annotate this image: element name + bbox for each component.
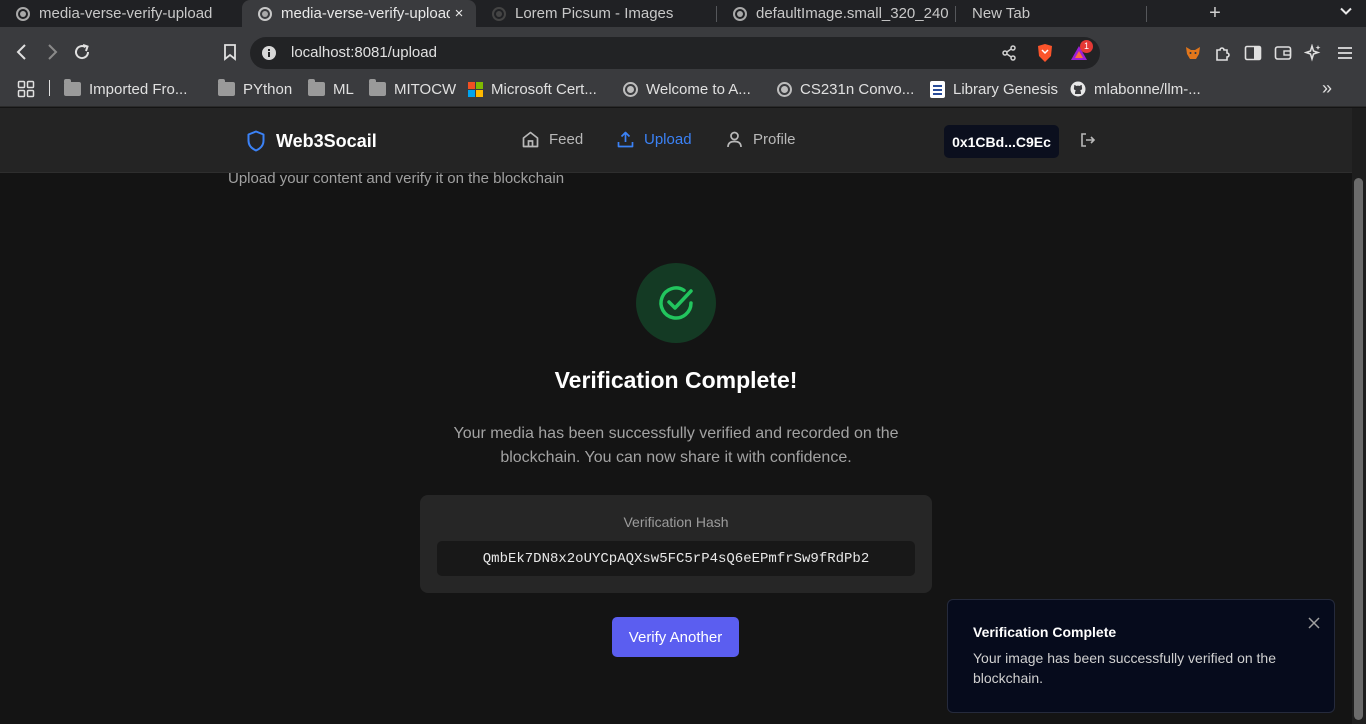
globe-icon	[258, 6, 272, 21]
folder-icon	[369, 79, 386, 96]
brave-shields-icon[interactable]	[1034, 42, 1056, 64]
hash-label: Verification Hash	[623, 514, 729, 530]
toast-notification: Verification Complete Your image has bee…	[947, 599, 1335, 713]
tab-title: media-verse-verify-upload	[39, 5, 213, 22]
success-badge	[636, 263, 716, 343]
wallet-icon[interactable]	[1272, 42, 1294, 64]
forward-icon[interactable]	[39, 39, 65, 65]
metamask-icon[interactable]	[1182, 42, 1204, 64]
hash-value[interactable]: QmbEk7DN8x2oUYCpAQXsw5FC5rP4sQ6eEPmfrSw9…	[437, 541, 915, 576]
nav-feed-label: Feed	[549, 131, 584, 148]
bookmark-item[interactable]: Welcome to A...	[623, 79, 751, 99]
microsoft-icon	[468, 81, 483, 97]
rewards-badge: 1	[1080, 40, 1093, 53]
app-header: Web3Socail Feed Upload Profile 0x1CBd...…	[0, 108, 1352, 173]
toast-title: Verification Complete	[973, 624, 1117, 640]
wallet-address-button[interactable]: 0x1CBd...C9Ec	[944, 125, 1059, 158]
logout-icon[interactable]	[1079, 131, 1097, 154]
browser-tab[interactable]: media-verse-verify-upload	[0, 0, 242, 27]
bookmark-item[interactable]: MITOCW	[369, 79, 456, 99]
bookmark-item[interactable]: Library Genesis	[930, 79, 1058, 99]
check-circle-icon	[659, 286, 693, 320]
bookmark-item[interactable]: ML	[308, 79, 354, 99]
tab-title: media-verse-verify-upload	[281, 5, 450, 22]
tab-list-chevron-icon[interactable]	[1336, 2, 1356, 24]
browser-tab[interactable]: defaultImage.small_320_240	[717, 0, 955, 27]
bookmark-label: ML	[333, 80, 354, 98]
bookmark-item[interactable]: Microsoft Cert...	[468, 79, 597, 99]
brand-logo[interactable]: Web3Socail	[246, 130, 377, 152]
bookmark-item[interactable]: CS231n Convo...	[777, 79, 914, 99]
bookmark-item[interactable]: PYthon	[218, 79, 292, 99]
web-page: Web3Socail Feed Upload Profile 0x1CBd...…	[0, 108, 1352, 724]
close-tab-icon[interactable]: ×	[450, 5, 468, 22]
share-icon[interactable]	[998, 42, 1020, 64]
bookmark-label: Library Genesis	[953, 80, 1059, 98]
folder-icon	[308, 79, 325, 96]
browser-tab[interactable]: Lorem Picsum - Images	[476, 0, 716, 27]
brand-name: Web3Socail	[276, 130, 377, 151]
globe-icon	[777, 81, 792, 97]
bookmark-item[interactable]: mlabonne/llm-...	[1070, 79, 1201, 99]
sidebar-icon[interactable]	[1242, 42, 1264, 64]
menu-icon[interactable]	[1334, 42, 1356, 64]
globe-icon	[16, 6, 30, 21]
folder-icon	[218, 79, 235, 96]
browser-tab-active[interactable]: media-verse-verify-upload ×	[242, 0, 476, 27]
home-icon	[522, 131, 539, 148]
close-icon[interactable]	[1305, 614, 1323, 632]
tab-divider	[1146, 5, 1147, 22]
verification-hash-card: Verification Hash QmbEk7DN8x2oUYCpAQXsw5…	[420, 495, 932, 593]
globe-icon	[623, 81, 638, 97]
back-icon[interactable]	[9, 39, 35, 65]
user-icon	[727, 131, 742, 148]
url-text[interactable]: localhost:8081/upload	[291, 44, 437, 61]
bookmark-label: CS231n Convo...	[800, 80, 915, 98]
browser-tab[interactable]: New Tab	[956, 0, 1146, 27]
toast-message: Your image has been successfully verifie…	[973, 650, 1276, 686]
verification-description: Your media has been successfully verifie…	[453, 425, 899, 466]
bookmark-label: MITOCW	[394, 80, 457, 98]
verification-title: Verification Complete!	[554, 367, 798, 393]
verify-another-button[interactable]: Verify Another	[612, 617, 739, 657]
url-host: localhost	[291, 44, 351, 61]
bookmark-item[interactable]: Imported Fro...	[64, 79, 187, 99]
bookmark-label: Imported Fro...	[89, 80, 188, 98]
github-icon	[1070, 81, 1086, 97]
book-icon	[930, 80, 945, 98]
bookmark-label: Microsoft Cert...	[491, 80, 597, 98]
picsum-icon	[492, 6, 506, 21]
nav-profile-label: Profile	[753, 131, 796, 148]
page-subtitle: Upload your content and verify it on the…	[228, 170, 565, 187]
shield-icon	[247, 130, 265, 152]
site-info-icon[interactable]	[258, 42, 280, 64]
bookmarks-divider	[49, 80, 50, 96]
tab-title: defaultImage.small_320_240	[756, 5, 949, 22]
folder-icon	[64, 79, 81, 96]
bookmark-label: PYthon	[243, 80, 293, 98]
bookmark-label: Welcome to A...	[646, 80, 751, 98]
tab-title: Lorem Picsum - Images	[515, 5, 674, 22]
tab-title: New Tab	[972, 5, 1031, 22]
nav-feed[interactable]: Feed	[521, 130, 583, 149]
bookmarks-overflow-button[interactable]: »	[1322, 78, 1332, 98]
nav-upload[interactable]: Upload	[616, 130, 692, 149]
nav-upload-label: Upload	[644, 131, 692, 148]
tab-strip: media-verse-verify-upload media-verse-ve…	[0, 0, 1366, 27]
new-tab-button[interactable]: +	[1204, 2, 1226, 24]
globe-icon	[733, 6, 747, 21]
url-path: :8081/upload	[350, 44, 437, 61]
reload-icon[interactable]	[69, 39, 95, 65]
bookmark-label: mlabonne/llm-...	[1094, 80, 1201, 98]
scrollbar-thumb[interactable]	[1354, 178, 1363, 720]
nav-profile[interactable]: Profile	[725, 130, 796, 149]
upload-icon	[617, 131, 634, 148]
bookmark-page-icon[interactable]	[217, 39, 243, 65]
extensions-icon[interactable]	[1212, 42, 1234, 64]
apps-grid-icon[interactable]	[15, 78, 37, 100]
leo-ai-icon[interactable]	[1302, 42, 1324, 64]
